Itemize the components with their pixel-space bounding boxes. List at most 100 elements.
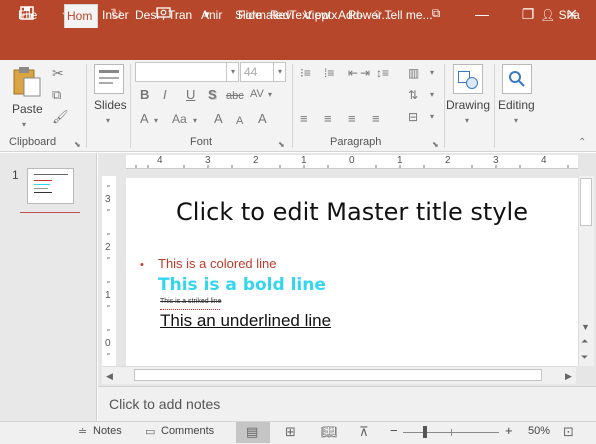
normal-view-icon[interactable]: ▤	[246, 424, 258, 440]
striked-line-text[interactable]: This is a striked line	[160, 298, 221, 305]
tab-transitions[interactable]: Tran	[166, 4, 196, 28]
ruler-tick: 2	[253, 155, 259, 166]
line-spacing-icon[interactable]: ↕≡	[376, 66, 389, 80]
decrease-indent-icon[interactable]: ⇤	[348, 66, 358, 80]
paste-button[interactable]: Paste ▾	[8, 66, 46, 129]
share-button[interactable]: 👤︎ Sha	[540, 4, 580, 28]
paragraph-launcher-icon[interactable]: ⬊	[432, 138, 439, 152]
paste-dropdown-icon: ▾	[22, 120, 27, 129]
zoom-out-button[interactable]: −	[390, 423, 398, 438]
change-case-button[interactable]: Aa	[172, 112, 187, 126]
colored-line-text[interactable]: This is a colored line	[158, 256, 277, 271]
align-center-icon[interactable]: ≡	[324, 112, 332, 126]
fit-slide-to-window-icon[interactable]: ⊡	[563, 424, 574, 440]
tab-add-ins[interactable]: Add-	[336, 4, 366, 28]
zoom-level[interactable]: 50%	[528, 425, 550, 437]
shrink-font-button[interactable]: A	[236, 114, 243, 128]
align-left-icon[interactable]: ≡	[300, 112, 308, 126]
notes-placeholder[interactable]: Click to add notes	[109, 396, 220, 412]
font-size-dropdown-icon[interactable]: ▾	[273, 62, 286, 82]
font-name-dropdown-icon[interactable]: ▾	[226, 62, 239, 82]
collapse-ribbon-icon[interactable]: ⌃	[578, 136, 586, 150]
font-size-value: 44	[244, 65, 258, 79]
zoom-in-button[interactable]: +	[505, 423, 513, 438]
slides-button[interactable]: Slides ▾	[92, 64, 128, 128]
find-icon	[502, 64, 532, 94]
ruler-tick: 3	[493, 155, 499, 166]
text-direction-dropdown-icon[interactable]: ▾	[430, 88, 434, 102]
format-painter-icon[interactable]: 🖌︎	[52, 110, 69, 124]
tab-animations[interactable]: Anir	[199, 4, 230, 28]
ruler-tick: 1	[105, 290, 111, 301]
font-launcher-icon[interactable]: ⬊	[278, 138, 285, 152]
next-slide-icon[interactable]: ⏷	[581, 352, 588, 362]
slides-label: Slides	[94, 98, 127, 112]
italic-button[interactable]: I	[163, 88, 167, 102]
change-case-dropdown-icon[interactable]: ▾	[193, 114, 197, 128]
drawing-button[interactable]: Drawing ▾	[446, 64, 492, 128]
text-direction-icon[interactable]: ⇅	[408, 88, 418, 102]
zoom-slider-center-mark	[451, 429, 452, 436]
bold-line-text[interactable]: This is a bold line	[158, 275, 326, 295]
group-divider	[444, 64, 445, 148]
share-label: Sha	[558, 8, 580, 22]
slide-sorter-view-icon[interactable]: ⊞	[285, 424, 296, 440]
bold-button[interactable]: B	[140, 88, 149, 102]
justify-icon[interactable]: ≡	[372, 112, 380, 126]
bullets-icon[interactable]: ⁝≡	[300, 66, 311, 80]
restore-button[interactable]: ❐	[518, 6, 538, 23]
align-text-icon[interactable]: ⊟	[408, 110, 418, 124]
increase-indent-icon[interactable]: ⇥	[360, 66, 370, 80]
editing-button[interactable]: Editing ▾	[496, 64, 542, 128]
minimize-button[interactable]: —	[472, 6, 492, 22]
clipboard-launcher-icon[interactable]: ⬊	[74, 138, 81, 152]
horizontal-scroll-thumb[interactable]	[134, 369, 542, 381]
align-right-icon[interactable]: ≡	[348, 112, 356, 126]
comments-toggle-button[interactable]: Comments	[161, 425, 214, 437]
drawing-dropdown-icon: ▾	[465, 116, 470, 125]
tab-slide-show[interactable]: Slide	[233, 4, 265, 28]
spellcheck-underline	[160, 308, 220, 310]
ribbon: Paste ▾ ✂ ⧉ 🖌︎ Clipboard ⬊ Slides ▾ ▾ 44…	[0, 60, 596, 152]
previous-slide-icon[interactable]: ⏶	[581, 336, 588, 346]
character-spacing-button[interactable]: AV	[250, 87, 264, 101]
tab-home[interactable]: Hom	[64, 4, 98, 28]
tell-me-search[interactable]: 💡︎ Tell me...	[373, 4, 433, 28]
character-spacing-dropdown-icon[interactable]: ▾	[268, 88, 272, 102]
tab-design[interactable]: Desi	[133, 4, 163, 28]
columns-dropdown-icon[interactable]: ▾	[430, 66, 434, 80]
columns-icon[interactable]: ▥	[408, 66, 419, 80]
font-color-dropdown-icon[interactable]: ▾	[154, 114, 158, 128]
notes-toggle-button[interactable]: Notes	[93, 425, 122, 437]
strikethrough-button[interactable]: abc	[226, 89, 244, 103]
font-color-button[interactable]: A	[140, 112, 149, 126]
insertion-marker	[20, 212, 80, 213]
horizontal-ruler: 4 2 0 2 4 3 1 1 3	[126, 155, 578, 169]
slide-show-view-icon[interactable]: ⊼	[359, 424, 369, 440]
font-name-field[interactable]	[135, 62, 239, 82]
clear-formatting-button[interactable]: A	[258, 112, 267, 126]
tab-file[interactable]: File	[16, 4, 46, 28]
shadow-button[interactable]: S	[208, 88, 217, 102]
slide-title-placeholder[interactable]: Click to edit Master title style	[126, 198, 578, 226]
scroll-right-arrow-icon[interactable]: ▶	[565, 371, 572, 381]
underlined-line-text[interactable]: This an underlined line	[160, 311, 331, 331]
align-text-dropdown-icon[interactable]: ▾	[430, 110, 434, 124]
scroll-down-arrow-icon[interactable]: ▼	[581, 322, 590, 332]
underline-button[interactable]: U	[186, 88, 195, 102]
tab-review[interactable]: Revi	[268, 4, 298, 28]
slide-number: 1	[12, 168, 19, 182]
vertical-scroll-thumb[interactable]	[580, 178, 592, 226]
tab-insert[interactable]: Inser	[100, 4, 130, 28]
tab-view[interactable]: View	[302, 4, 334, 28]
grow-font-button[interactable]: A	[214, 112, 223, 126]
copy-icon[interactable]: ⧉	[52, 88, 61, 102]
scroll-left-arrow-icon[interactable]: ◀	[106, 371, 113, 381]
numbering-icon[interactable]: ⁞≡	[324, 66, 334, 80]
reading-view-icon[interactable]: 📖︎	[321, 424, 338, 440]
slide-canvas[interactable]: Click to edit Master title style • This …	[126, 178, 578, 366]
slide-thumbnail[interactable]	[27, 168, 74, 204]
cut-icon[interactable]: ✂	[52, 66, 64, 80]
group-divider	[86, 64, 87, 148]
zoom-slider-handle[interactable]	[423, 426, 427, 438]
